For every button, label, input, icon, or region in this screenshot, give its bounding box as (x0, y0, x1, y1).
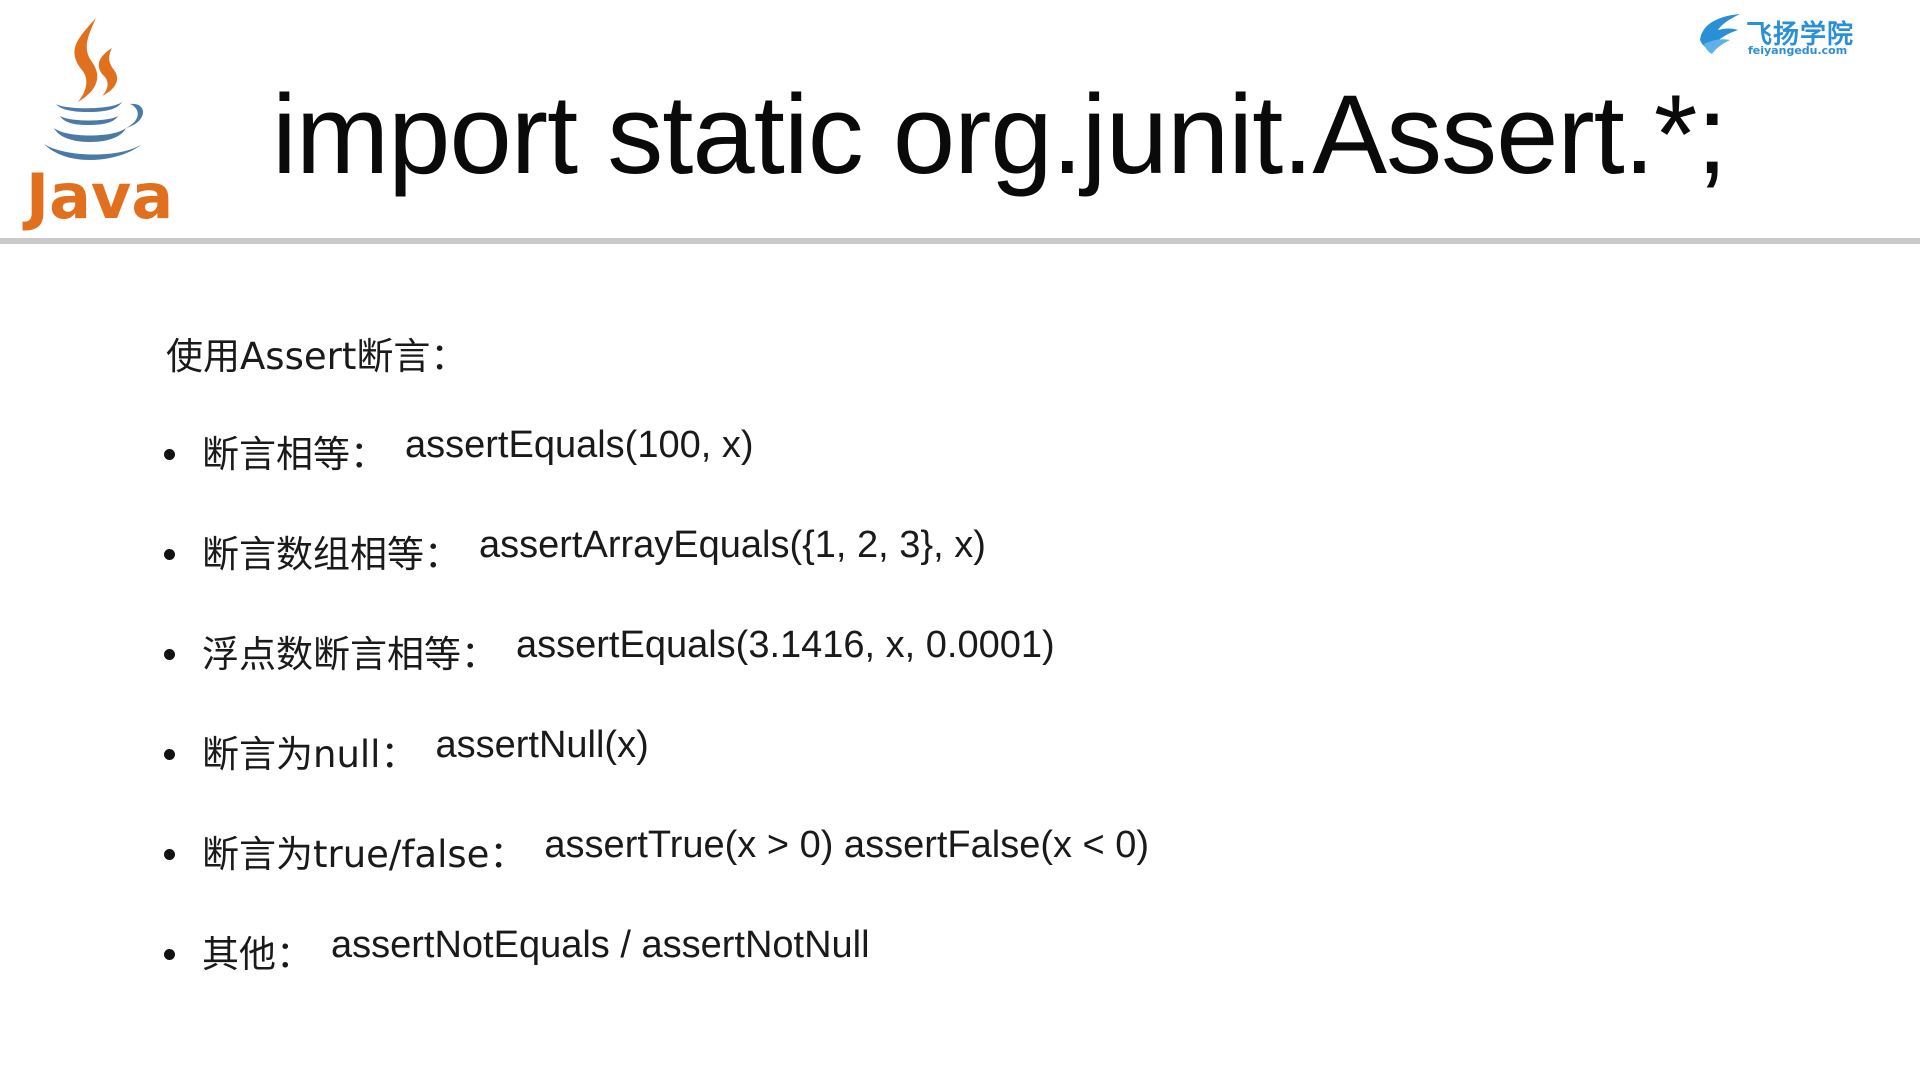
list-item-code: assertNull(x) (435, 724, 649, 766)
list-item-code: assertNotEquals / assertNotNull (331, 924, 870, 966)
bullet-icon (164, 749, 175, 760)
slide-header: Java import static org.junit.Assert.*; 飞… (0, 0, 1920, 244)
bullet-icon (164, 849, 175, 860)
list-item-code: assertArrayEquals({1, 2, 3}, x) (479, 524, 986, 566)
bullet-icon (164, 649, 175, 660)
list-item-label: 断言相等： (202, 433, 387, 476)
java-wordmark: Java (26, 160, 174, 233)
bullet-icon (164, 449, 175, 460)
bullet-icon (164, 949, 175, 960)
list-item: 断言为true/false： assertTrue(x > 0) assertF… (164, 824, 1149, 924)
list-item: 浮点数断言相等： assertEquals(3.1416, x, 0.0001) (164, 624, 1149, 724)
java-cup-icon (44, 18, 144, 160)
slide-title: import static org.junit.Assert.*; (272, 72, 1728, 197)
java-logo: Java (26, 12, 173, 233)
header-divider (0, 238, 1920, 244)
list-item: 其他： assertNotEquals / assertNotNull (164, 924, 1149, 1024)
list-item-code: assertEquals(100, x) (405, 424, 754, 466)
list-item-label: 断言数组相等： (202, 533, 461, 576)
list-item-label: 断言为null： (202, 733, 418, 776)
list-item-code: assertTrue(x > 0) assertFalse(x < 0) (544, 824, 1150, 866)
list-item-label: 其他： (202, 933, 313, 976)
list-item: 断言相等： assertEquals(100, x) (164, 424, 1149, 524)
assert-list: 断言相等： assertEquals(100, x) 断言数组相等： asser… (164, 424, 1149, 1024)
intro-text: 使用Assert断言： (166, 335, 468, 378)
list-item-code: assertEquals(3.1416, x, 0.0001) (516, 624, 1055, 666)
brand-url: feiyangedu.com (1748, 44, 1848, 57)
bullet-icon (164, 549, 175, 560)
brand-logo: 飞扬学院 feiyangedu.com (1696, 8, 1853, 60)
list-item: 断言为null： assertNull(x) (164, 724, 1149, 824)
bird-icon (1700, 14, 1740, 54)
list-item: 断言数组相等： assertArrayEquals({1, 2, 3}, x) (164, 524, 1149, 624)
list-item-label: 浮点数断言相等： (202, 633, 498, 676)
list-item-label: 断言为true/false： (202, 833, 527, 876)
